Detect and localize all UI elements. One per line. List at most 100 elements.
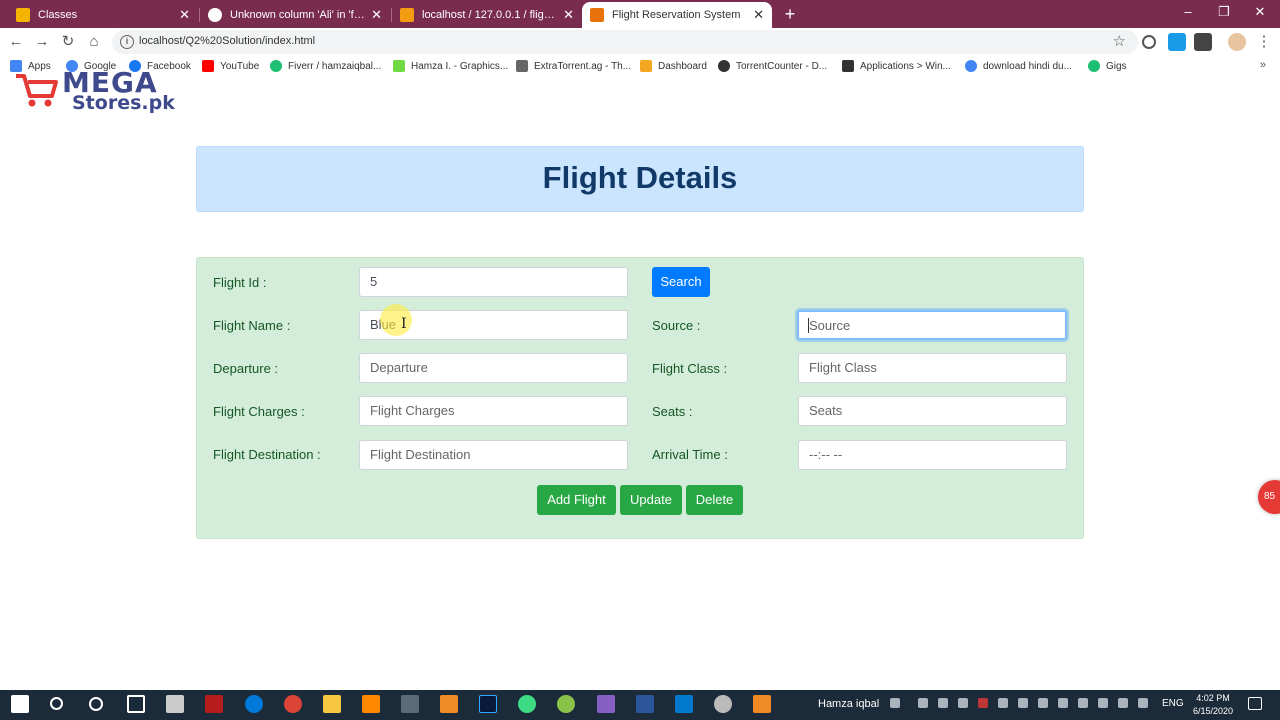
source-label: Source : xyxy=(652,318,701,333)
address-bar[interactable]: i localhost/Q2%20Solution/index.html ☆ xyxy=(112,30,1138,54)
chrome-icon[interactable] xyxy=(284,695,302,713)
tray-icon[interactable] xyxy=(978,698,988,708)
bookmark-applications[interactable]: Applications > Win... xyxy=(842,60,951,72)
calculator-icon[interactable] xyxy=(401,695,419,713)
bookmark-youtube[interactable]: YouTube xyxy=(202,60,259,72)
tray-icon[interactable] xyxy=(958,698,968,708)
flight-class-label: Flight Class : xyxy=(652,361,728,376)
action-center-icon[interactable] xyxy=(1248,697,1262,710)
bookmark-download-hindi[interactable]: download hindi du... xyxy=(965,60,1072,72)
bookmark-torrentcounter[interactable]: TorrentCounter - D... xyxy=(718,60,827,72)
bookmark-star-icon[interactable]: ☆ xyxy=(1113,32,1126,50)
flight-class-input[interactable]: Flight Class xyxy=(798,353,1067,383)
pen-icon[interactable] xyxy=(1118,698,1128,708)
microphone-icon[interactable] xyxy=(998,698,1008,708)
torrentcounter-icon xyxy=(718,60,730,72)
update-button[interactable]: Update xyxy=(620,485,682,515)
app-icon[interactable] xyxy=(557,695,575,713)
departure-input[interactable]: Departure xyxy=(359,353,628,383)
search-icon[interactable] xyxy=(50,697,63,710)
delete-button[interactable]: Delete xyxy=(686,485,743,515)
file-explorer-icon[interactable] xyxy=(323,695,341,713)
browser-toolbar: ← → ↻ ⌂ i localhost/Q2%20Solution/index.… xyxy=(0,28,1280,56)
bookmark-fiverr[interactable]: Fiverr / hamzaiqbal... xyxy=(270,60,381,72)
visual-studio-icon[interactable] xyxy=(597,695,615,713)
bookmark-extratorrent[interactable]: ExtraTorrent.ag - Th... xyxy=(516,60,631,72)
close-icon[interactable]: ✕ xyxy=(563,7,574,23)
page-favicon-icon xyxy=(590,8,604,22)
profile-avatar[interactable] xyxy=(1228,33,1246,51)
tab-unknown-column[interactable]: Unknown column 'Ali' in 'field list' ✕ xyxy=(200,2,390,28)
url-text[interactable]: localhost/Q2%20Solution/index.html xyxy=(139,35,315,47)
extension-icon[interactable] xyxy=(1194,33,1212,51)
minimize-button[interactable]: – xyxy=(1178,4,1198,19)
close-icon[interactable]: ✕ xyxy=(371,7,382,23)
close-icon[interactable]: ✕ xyxy=(753,7,764,23)
clock[interactable]: 4:02 PM 6/15/2020 xyxy=(1190,692,1236,718)
close-window-button[interactable]: ✕ xyxy=(1250,4,1270,20)
flight-destination-label: Flight Destination : xyxy=(213,447,321,462)
reload-icon[interactable]: ↻ xyxy=(58,32,78,52)
network-icon[interactable] xyxy=(1078,698,1088,708)
windows-start-icon[interactable] xyxy=(11,695,29,713)
flight-charges-input[interactable]: Flight Charges xyxy=(359,396,628,426)
language-indicator[interactable]: ENG xyxy=(1162,698,1184,709)
forward-arrow-icon[interactable]: → xyxy=(32,32,52,52)
seats-input[interactable]: Seats xyxy=(798,396,1067,426)
tray-icon[interactable] xyxy=(1018,698,1028,708)
arrival-time-input[interactable]: --:-- -- xyxy=(798,440,1067,470)
flight-id-input[interactable]: 5 xyxy=(359,267,628,297)
flight-id-label: Flight Id : xyxy=(213,275,267,290)
block-extension-icon[interactable] xyxy=(1142,35,1156,49)
youtube-icon xyxy=(202,60,214,72)
tab-phpmyadmin[interactable]: localhost / 127.0.0.1 / flight_reservati… xyxy=(392,2,582,28)
new-tab-button[interactable]: + xyxy=(782,4,798,25)
info-icon[interactable]: i xyxy=(120,35,134,49)
restore-button[interactable]: ❐ xyxy=(1214,4,1234,20)
xampp-icon[interactable] xyxy=(753,695,771,713)
taskbar-user[interactable]: Hamza iqbal xyxy=(818,698,879,710)
tab-flight-reservation[interactable]: Flight Reservation System ✕ xyxy=(582,2,772,28)
dashboard-icon xyxy=(640,60,652,72)
android-studio-icon[interactable] xyxy=(518,695,536,713)
flight-charges-label: Flight Charges : xyxy=(213,404,305,419)
more-bookmarks-icon[interactable]: » xyxy=(1260,59,1266,71)
page-title: Flight Details xyxy=(542,160,738,195)
photoshop-icon[interactable] xyxy=(479,695,497,713)
keyboard-icon[interactable] xyxy=(1138,698,1148,708)
tray-icon[interactable] xyxy=(918,698,928,708)
battery-icon[interactable] xyxy=(1058,698,1068,708)
search-button[interactable]: Search xyxy=(652,267,710,297)
flight-name-label: Flight Name : xyxy=(213,318,291,333)
close-icon[interactable]: ✕ xyxy=(179,7,190,23)
tab-classes[interactable]: Classes ✕ xyxy=(8,2,198,28)
app-icon[interactable] xyxy=(714,695,732,713)
video-editor-icon[interactable] xyxy=(205,695,223,713)
volume-icon[interactable] xyxy=(1098,698,1108,708)
translate-extension-icon[interactable] xyxy=(1168,33,1186,51)
store-icon[interactable] xyxy=(166,695,184,713)
bookmark-upwork[interactable]: Hamza I. - Graphics... xyxy=(393,60,508,72)
people-icon[interactable] xyxy=(890,698,900,708)
edge-icon[interactable] xyxy=(245,695,263,713)
source-input[interactable]: Source xyxy=(797,310,1067,340)
seats-label: Seats : xyxy=(652,404,693,419)
add-flight-button[interactable]: Add Flight xyxy=(537,485,616,515)
cortana-icon[interactable] xyxy=(89,697,103,711)
vscode-icon[interactable] xyxy=(675,695,693,713)
bookmarks-bar: Apps Google Facebook YouTube Fiverr / ha… xyxy=(0,56,1280,78)
tray-icon[interactable] xyxy=(938,698,948,708)
home-icon[interactable]: ⌂ xyxy=(84,32,104,52)
word-icon[interactable] xyxy=(636,695,654,713)
vlc-icon[interactable] xyxy=(362,695,380,713)
bookmark-gigs[interactable]: Gigs xyxy=(1088,60,1127,72)
menu-icon[interactable]: ⋮ xyxy=(1254,32,1274,52)
bookmark-dashboard[interactable]: Dashboard xyxy=(640,60,707,72)
watermark-stores: Stores.pk xyxy=(72,92,175,114)
back-arrow-icon[interactable]: ← xyxy=(6,32,26,52)
tray-icon[interactable] xyxy=(1038,698,1048,708)
megastores-watermark: MEGA Stores.pk xyxy=(14,66,175,114)
flight-destination-input[interactable]: Flight Destination xyxy=(359,440,628,470)
xampp-icon[interactable] xyxy=(440,695,458,713)
task-view-icon[interactable] xyxy=(127,695,145,713)
